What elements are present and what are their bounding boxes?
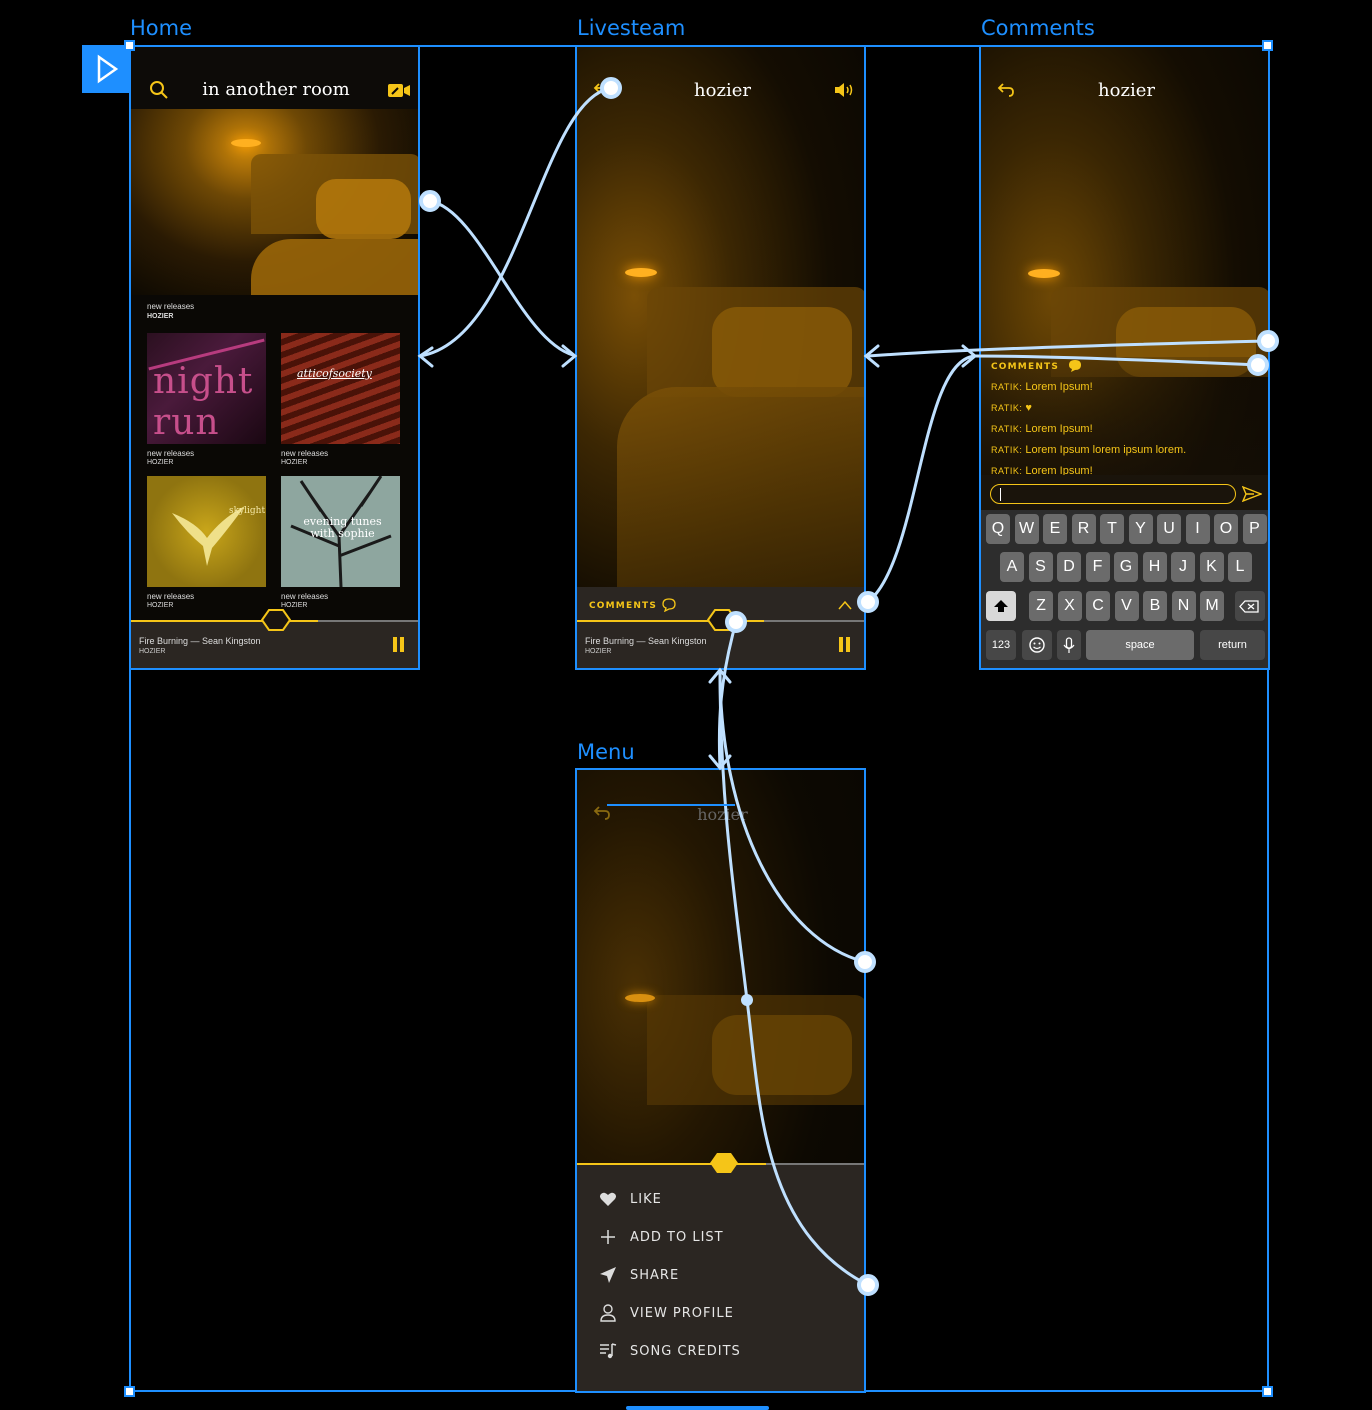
connector-node[interactable] (857, 591, 879, 613)
connector-node[interactable] (1247, 354, 1269, 376)
connector-node[interactable] (1257, 330, 1279, 352)
connector-node[interactable] (857, 1274, 879, 1296)
prototype-connections (417, 77, 1279, 1296)
connector-node[interactable] (419, 190, 441, 212)
connector-node[interactable] (600, 77, 622, 99)
connector-to-comments[interactable] (974, 354, 1259, 367)
connector-livestream-to-comments[interactable] (867, 354, 976, 604)
connector-waypoint[interactable] (741, 994, 753, 1006)
connector-node[interactable] (854, 951, 876, 973)
connector-menu-to-livestream-2[interactable] (718, 669, 869, 1287)
connector-node[interactable] (725, 611, 747, 633)
arrowhead-icon (417, 346, 434, 368)
connector-comments-to-livestream[interactable] (867, 339, 1269, 358)
connector-menu-to-livestream[interactable] (718, 669, 866, 964)
connector-livestream-to-home[interactable] (419, 86, 612, 358)
arrowhead-icon (561, 344, 578, 368)
